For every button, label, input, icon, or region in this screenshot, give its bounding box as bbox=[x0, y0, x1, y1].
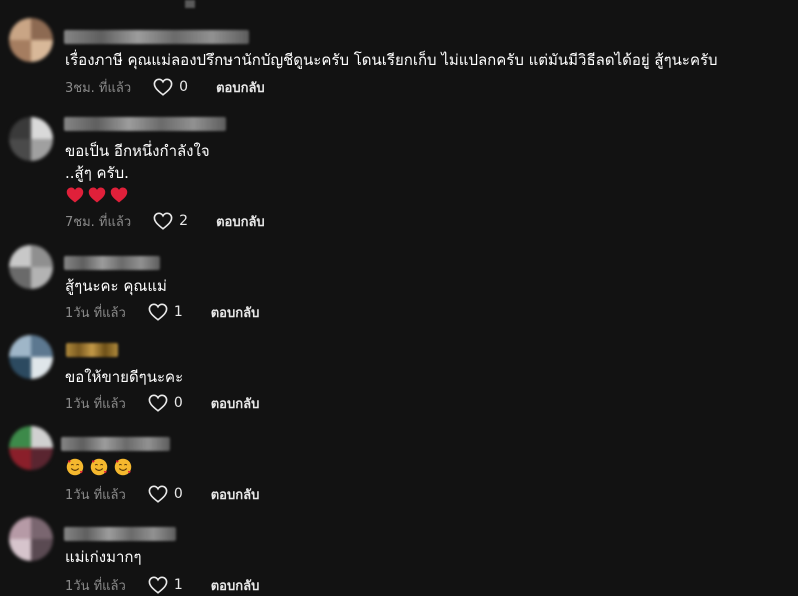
comment-time: 1วัน ที่แล้ว bbox=[65, 578, 126, 594]
comment-time: 1วัน ที่แล้ว bbox=[65, 396, 126, 412]
emoji-row bbox=[66, 186, 128, 204]
username-redacted[interactable] bbox=[64, 30, 249, 44]
comment-time: 3ชม. ที่แล้ว bbox=[65, 80, 132, 96]
comment-meta: 1วัน ที่แล้ว 0 ตอบกลับ bbox=[65, 484, 259, 504]
like-count: 0 bbox=[173, 486, 183, 502]
comment-meta: 1วัน ที่แล้ว 0 ตอบกลับ bbox=[65, 393, 259, 413]
heart-outline-icon bbox=[148, 485, 168, 503]
comment-text-line-1: ขอเป็น อีกหนึ่งกำลังใจ bbox=[65, 142, 210, 160]
heart-outline-icon bbox=[153, 78, 173, 96]
avatar[interactable] bbox=[9, 117, 53, 161]
red-heart-emoji-icon bbox=[66, 187, 84, 203]
comment-text: แม่เก่งมากๆ bbox=[65, 548, 142, 566]
heart-outline-icon bbox=[148, 394, 168, 412]
reply-button[interactable]: ตอบกลับ bbox=[211, 484, 260, 505]
red-heart-emoji-icon bbox=[110, 187, 128, 203]
like-button[interactable]: 1 bbox=[148, 576, 183, 594]
username-redacted[interactable] bbox=[66, 343, 118, 357]
username-redacted[interactable] bbox=[64, 256, 160, 270]
comment-text: ขอให้ขายดีๆนะคะ bbox=[65, 368, 184, 386]
like-count: 2 bbox=[179, 213, 189, 229]
reply-button[interactable]: ตอบกลับ bbox=[216, 77, 265, 98]
comment-meta: 3ชม. ที่แล้ว 0 ตอบกลับ bbox=[65, 77, 265, 97]
emoji-row bbox=[66, 458, 132, 476]
heart-outline-icon bbox=[148, 576, 168, 594]
comment-time: 1วัน ที่แล้ว bbox=[65, 305, 126, 321]
avatar[interactable] bbox=[9, 426, 53, 470]
avatar[interactable] bbox=[9, 517, 53, 561]
reply-button[interactable]: ตอบกลับ bbox=[211, 302, 260, 323]
username-redacted[interactable] bbox=[61, 437, 170, 451]
like-count: 1 bbox=[173, 577, 183, 593]
comment-text-line-2: ..สู้ๆ ครับ. bbox=[65, 164, 129, 182]
reply-button[interactable]: ตอบกลับ bbox=[211, 393, 260, 414]
previous-content-edge bbox=[185, 0, 195, 8]
avatar[interactable] bbox=[9, 245, 53, 289]
like-count: 1 bbox=[173, 304, 183, 320]
red-heart-emoji-icon bbox=[88, 187, 106, 203]
reply-button[interactable]: ตอบกลับ bbox=[211, 575, 260, 596]
heart-outline-icon bbox=[148, 303, 168, 321]
like-count: 0 bbox=[173, 395, 183, 411]
comment-text: เรื่องภาษี คุณแม่ลองปรึกษานักบัญชีดูนะคร… bbox=[65, 51, 718, 69]
like-count: 0 bbox=[179, 79, 189, 95]
reply-button[interactable]: ตอบกลับ bbox=[216, 211, 265, 232]
comment-meta: 1วัน ที่แล้ว 1 ตอบกลับ bbox=[65, 302, 259, 322]
username-redacted[interactable] bbox=[64, 117, 226, 131]
smiling-face-with-hearts-emoji-icon bbox=[66, 458, 84, 476]
smiling-face-with-hearts-emoji-icon bbox=[90, 458, 108, 476]
heart-outline-icon bbox=[153, 212, 173, 230]
comment-meta: 7ชม. ที่แล้ว 2 ตอบกลับ bbox=[65, 211, 265, 231]
like-button[interactable]: 1 bbox=[148, 303, 183, 321]
like-button[interactable]: 0 bbox=[148, 394, 183, 412]
smiling-face-with-hearts-emoji-icon bbox=[114, 458, 132, 476]
comment-time: 7ชม. ที่แล้ว bbox=[65, 214, 132, 230]
avatar[interactable] bbox=[9, 335, 53, 379]
like-button[interactable]: 0 bbox=[148, 485, 183, 503]
username-redacted[interactable] bbox=[64, 527, 176, 541]
comment-text: สู้ๆนะคะ คุณแม่ bbox=[65, 277, 167, 295]
avatar[interactable] bbox=[9, 18, 53, 62]
like-button[interactable]: 2 bbox=[153, 212, 188, 230]
comment-meta: 1วัน ที่แล้ว 1 ตอบกลับ bbox=[65, 575, 259, 595]
comment-time: 1วัน ที่แล้ว bbox=[65, 487, 126, 503]
like-button[interactable]: 0 bbox=[153, 78, 188, 96]
comment-feed: เรื่องภาษี คุณแม่ลองปรึกษานักบัญชีดูนะคร… bbox=[0, 0, 798, 596]
